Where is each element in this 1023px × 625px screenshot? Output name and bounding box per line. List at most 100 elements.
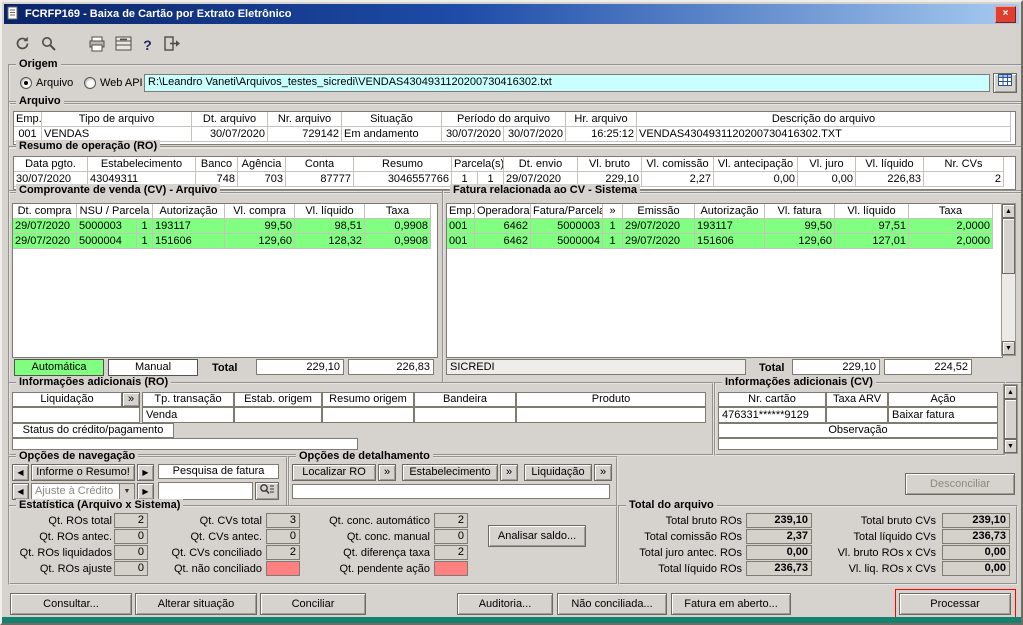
cell[interactable]: 16:25:12 [566, 127, 637, 142]
cell[interactable]: 29/07/2020 [13, 234, 77, 249]
archive-button[interactable] [111, 33, 136, 57]
bandeira-field[interactable] [414, 407, 516, 423]
cell[interactable]: 97,51 [835, 219, 909, 234]
liquidacao-expand-button[interactable]: » [122, 392, 140, 407]
cell[interactable]: 193117 [153, 219, 225, 234]
cell[interactable]: 5000003 [531, 219, 603, 234]
cell[interactable]: 2,27 [642, 172, 714, 187]
localizar-ro-button[interactable]: Localizar RO [292, 464, 376, 481]
cell[interactable]: 151606 [153, 234, 225, 249]
cell[interactable]: 1 [603, 234, 623, 249]
scroll-down-button[interactable]: ▼ [1002, 341, 1015, 355]
cell[interactable]: 127,01 [835, 234, 909, 249]
cell[interactable]: 5000004 [77, 234, 137, 249]
radio-web-api[interactable] [84, 77, 96, 89]
cell[interactable]: 99,50 [765, 219, 835, 234]
taxa-arv-field[interactable] [826, 407, 888, 423]
ajuste-combo[interactable]: Ajuste à Crédito ▼ [31, 483, 135, 500]
cell[interactable]: 1 [137, 234, 153, 249]
scroll-up-button[interactable]: ▲ [1002, 204, 1015, 218]
cell[interactable]: 1 [137, 219, 153, 234]
cell[interactable]: 193117 [695, 219, 765, 234]
auditoria-button[interactable]: Auditoria... [457, 593, 553, 615]
cell[interactable]: 5000004 [531, 234, 603, 249]
cell[interactable]: 226,83 [856, 172, 924, 187]
estab-origem-field[interactable] [234, 407, 322, 423]
cell[interactable]: 0,9908 [365, 234, 431, 249]
cell[interactable]: 0,00 [798, 172, 856, 187]
cell[interactable]: 29/07/2020 [623, 219, 695, 234]
cell[interactable]: 128,32 [295, 234, 365, 249]
fatura-scrollbar[interactable]: ▲ ▼ [1001, 203, 1016, 356]
close-button[interactable]: × [995, 5, 1016, 23]
status-credito-field[interactable] [12, 438, 358, 450]
dropdown-arrow-icon[interactable]: ▼ [119, 484, 134, 499]
estabelecimento-expand-button[interactable]: » [500, 464, 518, 481]
browse-button[interactable] [993, 73, 1017, 93]
cell[interactable]: VENDAS4304931120200730416302.TXT [637, 127, 1011, 142]
refresh-button[interactable] [10, 33, 35, 57]
cell[interactable]: 30/07/2020 [442, 127, 504, 142]
cell[interactable]: 6462 [475, 219, 531, 234]
cell[interactable]: 129,60 [765, 234, 835, 249]
informe-resumo-button[interactable]: Informe o Resumo! [31, 464, 135, 481]
cell[interactable]: 729142 [268, 127, 342, 142]
cell[interactable]: 29/07/2020 [13, 219, 77, 234]
localizar-ro-expand-button[interactable]: » [378, 464, 396, 481]
cell[interactable]: 2 [924, 172, 1004, 187]
resumo-origem-field[interactable] [322, 407, 414, 423]
cell[interactable]: 2,0000 [909, 219, 993, 234]
side-scrollbar[interactable]: ▲ ▼ [1003, 384, 1018, 454]
cell[interactable]: 30/07/2020 [504, 127, 566, 142]
cell[interactable]: 001 [447, 234, 475, 249]
scroll-thumb[interactable] [1004, 399, 1017, 439]
cell[interactable]: 3046557766 [354, 172, 452, 187]
liquidacao-field[interactable] [12, 407, 140, 423]
next-ajuste-button[interactable]: ▶ [137, 483, 154, 500]
file-path-input[interactable]: R:\Leandro Vaneti\Arquivos_testes_sicred… [144, 74, 990, 92]
cell[interactable]: 2,0000 [909, 234, 993, 249]
tp-transacao-field[interactable]: Venda [142, 407, 234, 423]
prev-resumo-button[interactable]: ◀ [12, 464, 29, 481]
next-resumo-button[interactable]: ▶ [137, 464, 154, 481]
fatura-em-aberto-button[interactable]: Fatura em aberto... [671, 593, 791, 615]
cell[interactable]: 87777 [286, 172, 354, 187]
observacao-field[interactable] [718, 438, 998, 450]
analisar-saldo-button[interactable]: Analisar saldo... [488, 525, 586, 547]
cell[interactable]: 98,51 [295, 219, 365, 234]
scroll-down-button[interactable]: ▼ [1004, 439, 1017, 453]
cell[interactable]: 703 [238, 172, 286, 187]
liquidacao-button[interactable]: Liquidação [524, 464, 592, 481]
title-bar[interactable]: FCRFP169 - Baixa de Cartão por Extrato E… [4, 4, 1019, 24]
detalhamento-field[interactable] [292, 484, 610, 499]
exit-button[interactable] [159, 33, 184, 57]
pesquisa-fatura-input[interactable] [158, 482, 253, 500]
pesquisa-fatura-button[interactable] [255, 482, 279, 500]
radio-arquivo[interactable] [20, 77, 32, 89]
cell[interactable]: 151606 [695, 234, 765, 249]
scroll-up-button[interactable]: ▲ [1004, 385, 1017, 399]
manual-toggle[interactable]: Manual [108, 359, 198, 376]
cell[interactable]: 001 [447, 219, 475, 234]
help-button[interactable]: ? [135, 33, 160, 57]
cell[interactable]: 1 [603, 219, 623, 234]
liquidacao-expand-button[interactable]: » [594, 464, 612, 481]
scroll-thumb[interactable] [1002, 218, 1015, 274]
cell[interactable]: 99,50 [225, 219, 295, 234]
estabelecimento-button[interactable]: Estabelecimento [402, 464, 498, 481]
cell[interactable]: 129,60 [225, 234, 295, 249]
desconciliar-button[interactable]: Desconciliar [905, 473, 1015, 495]
search-button[interactable] [36, 33, 61, 57]
print-button[interactable] [84, 33, 109, 57]
alterar-situacao-button[interactable]: Alterar situação [135, 593, 257, 615]
conciliar-button[interactable]: Conciliar [260, 593, 366, 615]
prev-ajuste-button[interactable]: ◀ [12, 483, 29, 500]
consultar-button[interactable]: Consultar... [10, 593, 132, 615]
cell[interactable]: 5000003 [77, 219, 137, 234]
produto-field[interactable] [516, 407, 706, 423]
cell[interactable]: 0,9908 [365, 219, 431, 234]
cell[interactable]: 6462 [475, 234, 531, 249]
cell[interactable]: 30/07/2020 [192, 127, 268, 142]
automatica-toggle[interactable]: Automática [14, 359, 104, 376]
cell[interactable]: 0,00 [714, 172, 798, 187]
